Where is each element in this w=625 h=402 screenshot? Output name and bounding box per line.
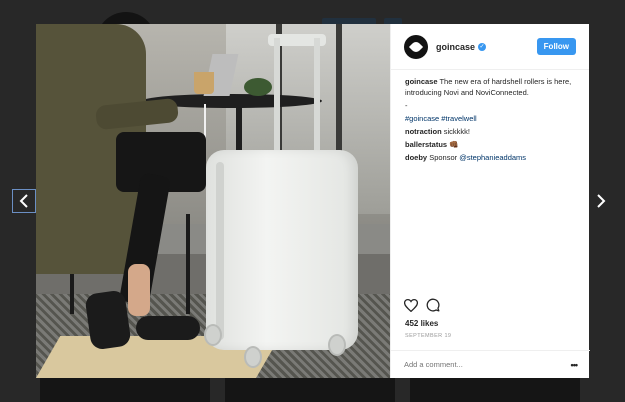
post-date: SEPTEMBER 19	[405, 333, 452, 339]
comment-username[interactable]: notraction	[405, 127, 442, 136]
comment-icon	[426, 298, 440, 312]
suitcase-handle-rod	[274, 38, 280, 158]
brand-logo-icon	[408, 39, 424, 54]
hashtag-link[interactable]: #goincase	[405, 114, 439, 123]
follow-button[interactable]: Follow	[536, 38, 576, 55]
likes-count[interactable]: 452 likes	[405, 319, 438, 328]
next-post-button[interactable]	[590, 189, 612, 213]
post-photo[interactable]	[36, 24, 390, 378]
hashtag-line: #goincase #travelwell	[405, 113, 575, 124]
heart-icon	[404, 298, 418, 312]
comment-item: doeby Sponsor @stephanieaddams	[405, 152, 575, 163]
photo-plant	[244, 78, 272, 96]
comment-text: Sponsor	[429, 153, 458, 162]
suitcase-seam	[216, 162, 224, 340]
mention-link[interactable]: @stephanieaddams	[459, 153, 526, 162]
comment-text: sickkkk!	[443, 127, 471, 136]
caption: goincase The new era of hardshell roller…	[405, 76, 575, 98]
post-actions	[404, 298, 440, 312]
photo-person-ankle	[128, 264, 150, 316]
comment-item: notraction sickkkk!	[405, 126, 575, 137]
post-details-panel: goincase ✓ Follow goincase The new era o…	[390, 24, 590, 378]
more-options-button[interactable]: •••	[571, 360, 579, 370]
suitcase-body	[206, 150, 358, 350]
add-comment-bar: •••	[391, 350, 590, 378]
suitcase-handle-rod	[314, 38, 320, 158]
verified-badge-icon: ✓	[478, 42, 487, 51]
suitcase-wheel	[328, 334, 346, 356]
comment-text: 👊🏾	[449, 140, 459, 149]
avatar[interactable]	[404, 34, 428, 59]
comment-username[interactable]: ballerstatus	[405, 140, 447, 149]
comment-input[interactable]	[404, 360, 571, 369]
username-link[interactable]: goincase	[436, 42, 475, 52]
chevron-left-icon	[19, 194, 28, 208]
previous-post-button[interactable]	[12, 189, 36, 213]
photo-chair-leg	[186, 214, 190, 314]
like-button[interactable]	[404, 298, 418, 312]
comment-username[interactable]: doeby	[405, 153, 427, 162]
suitcase-wheel	[204, 324, 222, 346]
caption-username[interactable]: goincase	[405, 77, 438, 86]
post-modal: goincase ✓ Follow goincase The new era o…	[36, 24, 590, 378]
comment-item: ballerstatus 👊🏾	[405, 139, 575, 150]
suitcase-wheel	[244, 346, 262, 368]
caption-dash: -	[405, 101, 408, 110]
comments-list: goincase The new era of hardshell roller…	[391, 70, 589, 163]
photo-shoe	[136, 316, 200, 340]
photo-cup	[194, 72, 214, 94]
hashtag-link[interactable]: #travelwell	[441, 114, 476, 123]
post-header: goincase ✓ Follow	[391, 24, 589, 70]
comment-button[interactable]	[426, 298, 440, 312]
photo-shoe	[84, 289, 132, 351]
chevron-right-icon	[597, 194, 606, 208]
